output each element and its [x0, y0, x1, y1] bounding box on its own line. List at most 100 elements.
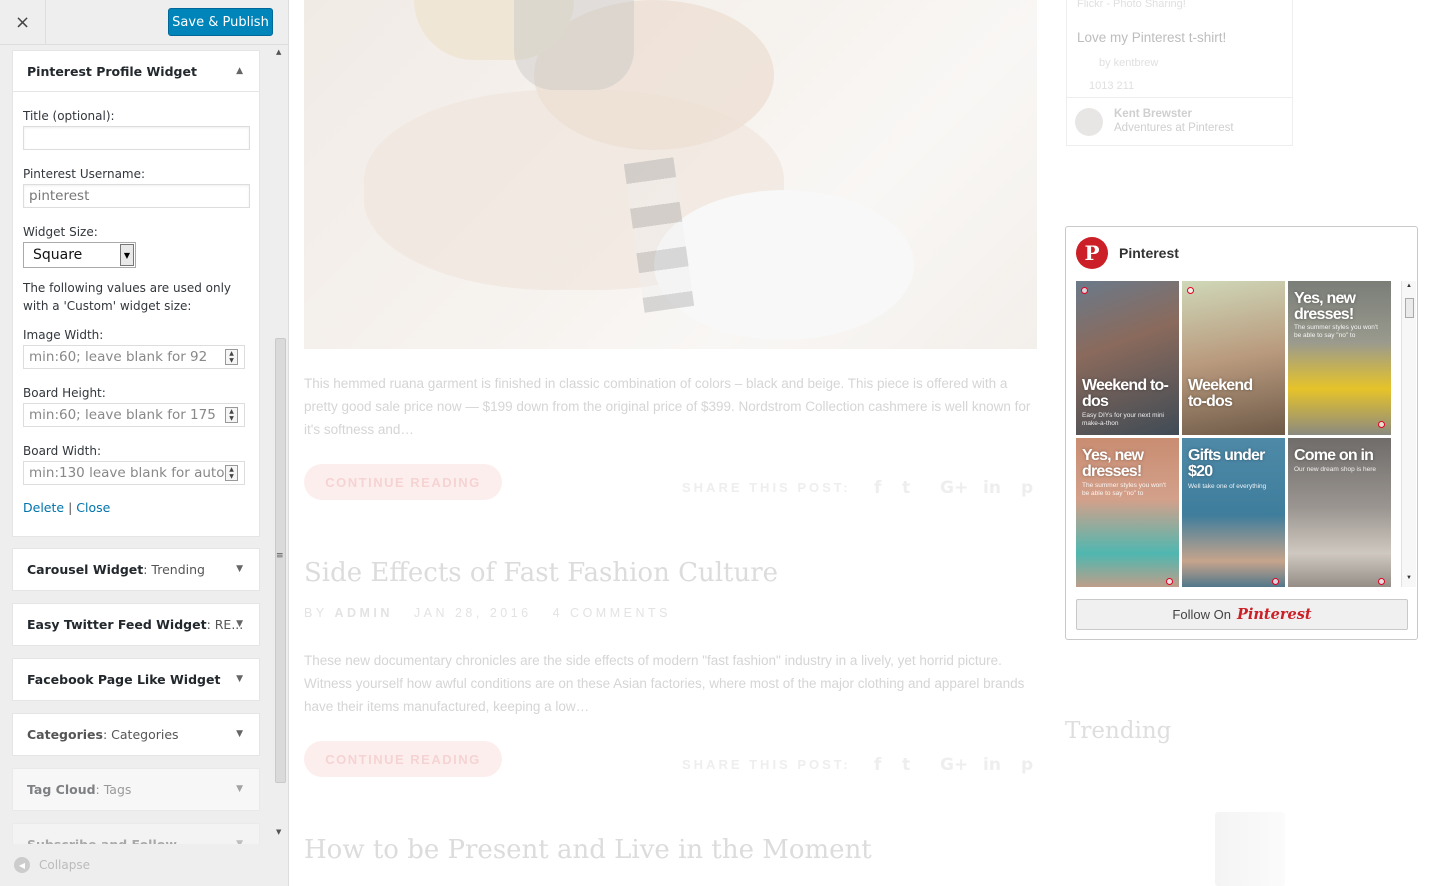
- pin-description[interactable]: Love my Pinterest t-shirt!: [1077, 30, 1226, 45]
- username-input[interactable]: pinterest: [23, 184, 250, 208]
- pin-tile[interactable]: Gifts under $20 Well take one of everyth…: [1182, 438, 1285, 587]
- post-title[interactable]: Side Effects of Fast Fashion Culture: [304, 558, 778, 588]
- username-label: Pinterest Username:: [23, 167, 146, 181]
- pin-headline: Yes, new dresses!: [1294, 290, 1356, 323]
- pin-stats: 1013 211: [1089, 80, 1135, 92]
- pin-icon: [1378, 421, 1385, 428]
- pin-by: by kentbrew: [1099, 57, 1159, 69]
- scrollbar-thumb[interactable]: [1405, 298, 1414, 318]
- title-input[interactable]: [23, 126, 250, 150]
- pinterest-logo-icon[interactable]: P: [1076, 237, 1108, 269]
- pin-embed-widget: Flickr - Photo Sharing! Love my Pinteres…: [1066, 0, 1293, 146]
- image-width-placeholder: min:60; leave blank for 92: [29, 349, 208, 365]
- pin-headline: Weekend to-dos: [1188, 377, 1253, 410]
- pinterest-widget-header[interactable]: Pinterest Profile Widget ▲: [13, 51, 259, 92]
- pin-grid-scrollbar[interactable]: ▲ ▼: [1401, 281, 1416, 587]
- board-height-input[interactable]: min:60; leave blank for 175 ▲ ▼: [23, 403, 245, 427]
- pinterest-wordmark: Pinterest: [1236, 606, 1312, 623]
- pin-tile[interactable]: Come on in Our new dream shop is here: [1288, 438, 1391, 587]
- chevron-down-icon: ▼: [236, 729, 243, 739]
- scroll-up-icon[interactable]: ▲: [1406, 283, 1412, 289]
- pin-headline: Come on in: [1294, 447, 1374, 464]
- title-label: Title (optional):: [23, 109, 115, 123]
- continue-reading-button[interactable]: CONTINUE READING: [304, 464, 502, 500]
- pin-subtext: Well take one of everything: [1188, 483, 1267, 490]
- custom-size-note: The following values are used only with …: [23, 281, 232, 313]
- chevron-down-icon[interactable]: ▼: [120, 244, 134, 266]
- pin-icon: [1272, 578, 1279, 585]
- chevron-down-icon: ▼: [236, 619, 243, 629]
- chevron-up-icon: ▲: [236, 66, 243, 76]
- pin-source: Flickr - Photo Sharing!: [1077, 0, 1186, 10]
- save-publish-button[interactable]: Save & Publish: [168, 8, 273, 36]
- widget-name: Easy Twitter Feed Widget: [27, 617, 207, 632]
- delete-link[interactable]: Delete: [23, 500, 64, 515]
- pin-headline: Weekend to-dos: [1082, 377, 1169, 410]
- linkedin-icon[interactable]: in: [983, 755, 1001, 775]
- pinterest-share-icon[interactable]: p: [1021, 755, 1033, 775]
- spinner-icon[interactable]: ▲ ▼: [225, 407, 238, 423]
- pin-tile[interactable]: Weekend to-dos: [1182, 281, 1285, 435]
- scroll-up-icon[interactable]: ▲: [276, 48, 281, 56]
- pin-subtext: The summer styles you won't be able to s…: [1082, 482, 1166, 497]
- board-width-input[interactable]: min:130 leave blank for auto ▲ ▼: [23, 461, 245, 485]
- scroll-down-icon[interactable]: ▼: [276, 828, 281, 836]
- trending-image[interactable]: [1215, 812, 1285, 886]
- pin-icon: [1378, 578, 1385, 585]
- pin-headline: Gifts under $20: [1188, 447, 1265, 480]
- meta-comments[interactable]: 4 COMMENTS: [553, 606, 671, 620]
- widget-panel-tag-cloud[interactable]: Tag Cloud: Tags ▼: [12, 768, 260, 811]
- board-name[interactable]: Adventures at Pinterest: [1114, 122, 1234, 134]
- chevron-down-icon: ▼: [236, 674, 243, 684]
- widget-size-select[interactable]: Square ▼: [23, 242, 136, 268]
- twitter-icon[interactable]: t: [902, 755, 910, 775]
- chevron-down-icon: ▼: [236, 784, 243, 794]
- pin-headline: Yes, new dresses!: [1082, 447, 1144, 480]
- twitter-icon[interactable]: t: [902, 478, 910, 498]
- sidebar-scrollbar[interactable]: ▲ ≡ ▼: [273, 45, 288, 840]
- pin-icon: [1187, 287, 1194, 294]
- pin-tile[interactable]: Yes, new dresses! The summer styles you …: [1288, 281, 1391, 435]
- pin-grid: Weekend to-dos Easy DIYs for your next m…: [1076, 281, 1392, 587]
- pin-tile[interactable]: Weekend to-dos Easy DIYs for your next m…: [1076, 281, 1179, 435]
- google-plus-icon[interactable]: G+: [940, 478, 968, 498]
- continue-reading-button[interactable]: CONTINUE READING: [304, 741, 502, 777]
- avatar: [1075, 108, 1103, 136]
- close-icon: ×: [14, 12, 31, 33]
- meta-date: JAN 28, 2016: [413, 606, 532, 620]
- pinterest-share-icon[interactable]: p: [1021, 478, 1033, 498]
- spinner-icon[interactable]: ▲ ▼: [225, 465, 238, 481]
- widget-panel-twitter[interactable]: Easy Twitter Feed Widget: RE... ▼: [12, 603, 260, 646]
- pin-subtext: Easy DIYs for your next mini make-a-thon: [1082, 412, 1164, 427]
- widget-panel-categories[interactable]: Categories: Categories ▼: [12, 713, 260, 756]
- pinterest-profile-widget-panel: Pinterest Profile Widget ▲ Title (option…: [12, 50, 260, 537]
- widget-size-label: Widget Size:: [23, 225, 98, 239]
- widget-sub: : Trending: [143, 562, 205, 577]
- facebook-icon[interactable]: f: [874, 478, 881, 498]
- pinner-name[interactable]: Kent Brewster: [1114, 108, 1192, 120]
- widget-panel-carousel[interactable]: Carousel Widget: Trending ▼: [12, 548, 260, 591]
- widget-panel-facebook[interactable]: Facebook Page Like Widget ▼: [12, 658, 260, 701]
- pin-icon: [1166, 578, 1173, 585]
- image-width-input[interactable]: min:60; leave blank for 92 ▲ ▼: [23, 345, 245, 369]
- trending-heading: Trending: [1065, 718, 1172, 744]
- pinterest-widget-title[interactable]: Pinterest: [1119, 245, 1179, 261]
- pin-icon: [1081, 287, 1088, 294]
- facebook-icon[interactable]: f: [874, 755, 881, 775]
- widget-name: Categories: [27, 727, 103, 742]
- scroll-down-icon[interactable]: ▼: [1406, 575, 1412, 581]
- follow-label: Follow On: [1172, 607, 1231, 622]
- close-link[interactable]: Close: [76, 500, 110, 515]
- post-title[interactable]: How to be Present and Live in the Moment: [304, 835, 872, 865]
- follow-on-pinterest-button[interactable]: Follow On Pinterest: [1076, 599, 1408, 630]
- linkedin-icon[interactable]: in: [983, 478, 1001, 498]
- widget-name: Facebook Page Like Widget: [27, 672, 221, 687]
- close-customizer-button[interactable]: ×: [0, 0, 46, 45]
- pin-tile[interactable]: Yes, new dresses! The summer styles you …: [1076, 438, 1179, 587]
- spinner-icon[interactable]: ▲ ▼: [225, 349, 238, 365]
- google-plus-icon[interactable]: G+: [940, 755, 968, 775]
- meta-author[interactable]: ADMIN: [334, 606, 392, 620]
- collapse-icon: ◀: [14, 857, 30, 873]
- post-featured-image[interactable]: [304, 0, 1037, 349]
- collapse-button[interactable]: ◀ Collapse: [0, 844, 288, 886]
